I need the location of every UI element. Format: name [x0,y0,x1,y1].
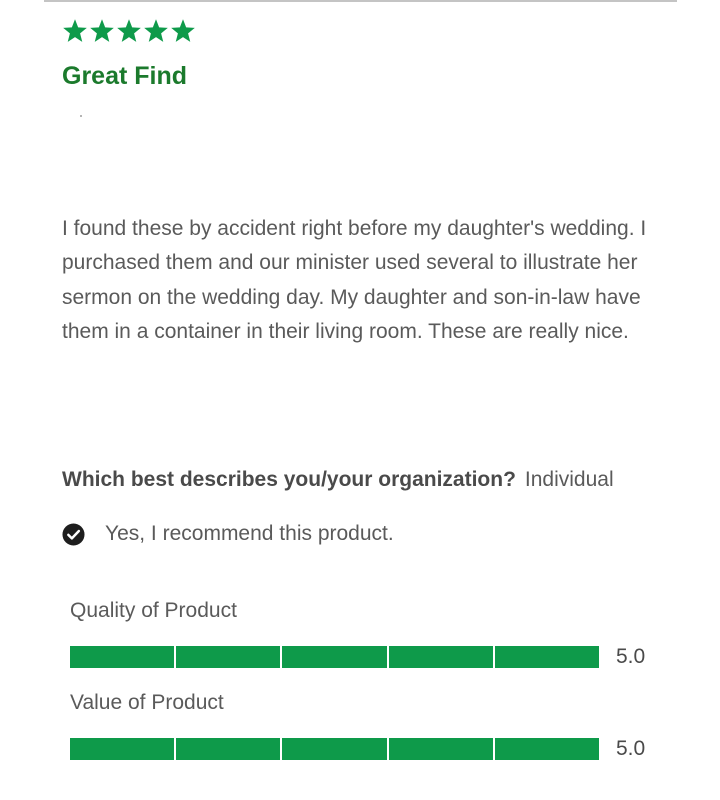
rating-segment-fill [494,738,600,760]
rating-segment [388,646,493,668]
review-body: I found these by accident right before m… [62,217,647,343]
rating-segment [176,646,281,668]
rating-segment [282,738,387,760]
reviewer-type-label: Which best describes you/your organizati… [62,468,516,491]
star-icon [116,17,142,45]
rating-segment-fill [70,738,175,760]
reviewer-type-value: Individual [524,468,614,491]
rating-segment [282,646,387,668]
rating-segment-fill [176,738,281,760]
star-icon [62,17,88,45]
divider-dot [80,115,82,117]
rating-segment [494,646,600,668]
rating-segment-fill [388,738,493,760]
rating-segment [494,738,600,760]
rating-segment [70,738,175,760]
star-icon [89,17,115,45]
rating-segment [70,646,175,668]
value-rating-label: Value of Product [70,691,224,714]
rating-segment [388,738,493,760]
rating-segment-fill [388,646,493,668]
quality-rating-bar [70,646,600,668]
check-circle-icon [62,522,85,546]
rating-segment-fill [494,646,600,668]
recommend-text: Yes, I recommend this product. [105,522,394,545]
rating-segment [176,738,281,760]
rating-segment-fill [176,646,281,668]
rating-segment-fill [282,738,387,760]
rating-segment-fill [282,646,387,668]
rating-segment-fill [70,646,175,668]
star-icon [143,17,169,45]
review-title: Great Find [62,62,188,90]
recommend-row: Yes, I recommend this product. [62,518,394,550]
value-rating-bar [70,738,600,760]
top-divider [44,0,677,2]
star-icon [170,17,196,45]
value-rating-value: 5.0 [616,737,646,760]
star-rating [62,17,196,47]
quality-rating-value: 5.0 [616,645,646,668]
quality-rating-label: Quality of Product [70,599,237,622]
reviewer-type-row: Which best describes you/your organizati… [62,464,614,496]
